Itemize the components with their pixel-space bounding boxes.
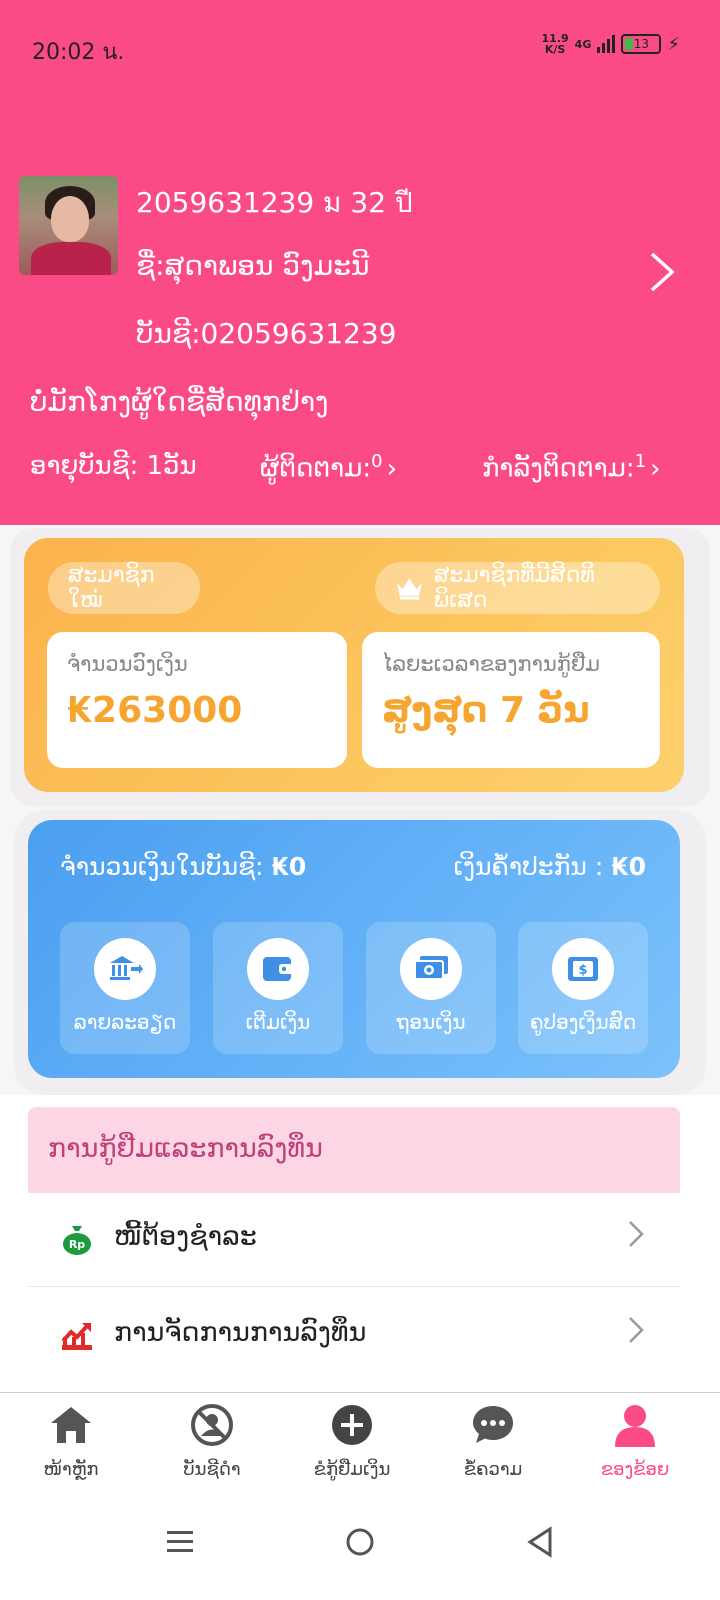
loan-amount-box: ຈຳນວນວົງເງິນ ₭263000 (47, 632, 347, 768)
status-indicators: 11.9 K/S 4G 13 ⚡ (542, 33, 680, 55)
wallet-icon (247, 938, 309, 1000)
debt-due-label: ໜີ້ຕ້ອງຊຳລະ (114, 1221, 257, 1252)
details-button[interactable]: ລາຍລະອຽດ (60, 922, 190, 1054)
system-navigation (0, 1500, 720, 1600)
network-type: 4G (574, 37, 592, 51)
recent-apps-button[interactable] (150, 1512, 210, 1572)
cash-coupon-button[interactable]: $ ຄູປອງເງິນສົດ (518, 922, 648, 1054)
new-member-badge: ສະມາຊິກໃໝ່ (48, 562, 200, 614)
chevron-right-icon: › (386, 453, 398, 484)
investment-management-label: ການຈັດການການລົງທຶນ (114, 1317, 367, 1348)
loan-period-value: ສູງສຸດ 7 ວັນ (382, 690, 590, 731)
loan-period-box: ໄລຍະເວລາຂອງການກູ້ຢືມ ສູງສຸດ 7 ວັນ (362, 632, 660, 768)
withdraw-button[interactable]: ຖອນເງິນ (366, 922, 496, 1054)
nav-home[interactable]: ໜ້າຫຼັກ (11, 1393, 131, 1501)
user-name: ຊື່:ສຸດາພອນ ວົງມະນີ (136, 249, 370, 282)
chevron-right-icon: › (650, 453, 661, 484)
trend-chart-icon (61, 1323, 92, 1350)
nav-request-loan[interactable]: ຂໍກູ້ຢືມເງິນ (292, 1393, 412, 1501)
money-bag-icon: Rp (63, 1226, 91, 1255)
loan-period-label: ໄລຍະເວລາຂອງການກູ້ຢືມ (382, 652, 601, 676)
nav-messages[interactable]: ຂໍ້ຄວາມ (433, 1393, 553, 1501)
profile-chevron-icon[interactable] (648, 250, 676, 304)
battery-icon: 13 (621, 34, 662, 54)
loan-amount-value: ₭263000 (67, 690, 243, 731)
deposit-balance: ເງິນຄໍ້າປະກັນ : ₭0 (453, 852, 646, 881)
debt-due-row[interactable]: Rp ໜີ້ຕ້ອງຊຳລະ (28, 1193, 680, 1287)
plus-circle-icon (332, 1405, 372, 1445)
followers-link[interactable]: ຜູ້ຕິດຕາມ:0 › (260, 451, 397, 484)
loan-amount-label: ຈຳນວນວົງເງິນ (67, 652, 188, 676)
vip-member-button[interactable]: ສະມາຊິກທີ່ມີສິດທິພິເສດ (375, 562, 660, 614)
home-icon (51, 1407, 91, 1443)
status-time: 20:02 น. (32, 40, 125, 65)
person-icon (615, 1405, 655, 1447)
avatar[interactable] (19, 176, 118, 275)
crown-icon (396, 578, 422, 600)
status-bar: 20:02 น. 11.9 K/S 4G 13 ⚡ (0, 0, 720, 95)
back-button[interactable] (510, 1512, 570, 1572)
home-button[interactable] (330, 1512, 390, 1572)
nav-blacklist[interactable]: ບັນຊີດຳ (152, 1393, 272, 1501)
cash-icon (400, 938, 462, 1000)
charging-icon: ⚡ (667, 33, 680, 55)
svg-text:Rp: Rp (69, 1238, 85, 1251)
message-icon (473, 1406, 513, 1443)
following-link[interactable]: ກຳລັງຕິດຕາມ:1 › (482, 451, 661, 484)
chevron-right-icon (628, 1217, 644, 1257)
user-bio: ບໍ່ມັກໂກງຜູ້ໃດຊື່ສັດທຸກຢ່າງ (30, 385, 329, 418)
svg-text:$: $ (578, 963, 587, 978)
investment-management-row[interactable]: ການຈັດການການລົງທຶນ (28, 1289, 680, 1383)
user-id-age: 2059631239 ม 32 ปี (136, 186, 413, 219)
top-up-button[interactable]: ເຕີມເງິນ (213, 922, 343, 1054)
chevron-right-icon (628, 1313, 644, 1353)
blacklist-icon (191, 1404, 233, 1446)
net-speed: 11.9 K/S (541, 32, 569, 56)
loans-section-title: ການກູ້ຢືມແລະການລົງທຶນ (48, 1133, 323, 1164)
user-account: ບັນຊີ:02059631239 (136, 317, 397, 350)
loans-section-header: ການກູ້ຢືມແລະການລົງທຶນ (28, 1107, 680, 1193)
coupon-icon: $ (552, 938, 614, 1000)
nav-profile[interactable]: ຂອງຂ້ອຍ (575, 1393, 695, 1501)
bottom-navigation: ໜ້າຫຼັກ ບັນຊີດຳ ຂໍກູ້ຢືມເງິນ ຂໍ້ຄວາມ ຂອງ… (0, 1392, 720, 1500)
menu-icon (167, 1531, 193, 1552)
back-triangle-icon (527, 1526, 552, 1558)
profile-header: 20:02 น. 11.9 K/S 4G 13 ⚡ 2059631239 ม 3… (0, 0, 720, 525)
account-balance: ຈຳນວນເງິນໃນບັນຊີ: ₭0 (60, 852, 307, 881)
signal-icon (597, 35, 616, 53)
bank-transfer-icon (94, 938, 156, 1000)
account-age: ອາຍຸບັນຊີ: 1ວັນ (30, 451, 197, 481)
circle-icon (346, 1528, 374, 1556)
